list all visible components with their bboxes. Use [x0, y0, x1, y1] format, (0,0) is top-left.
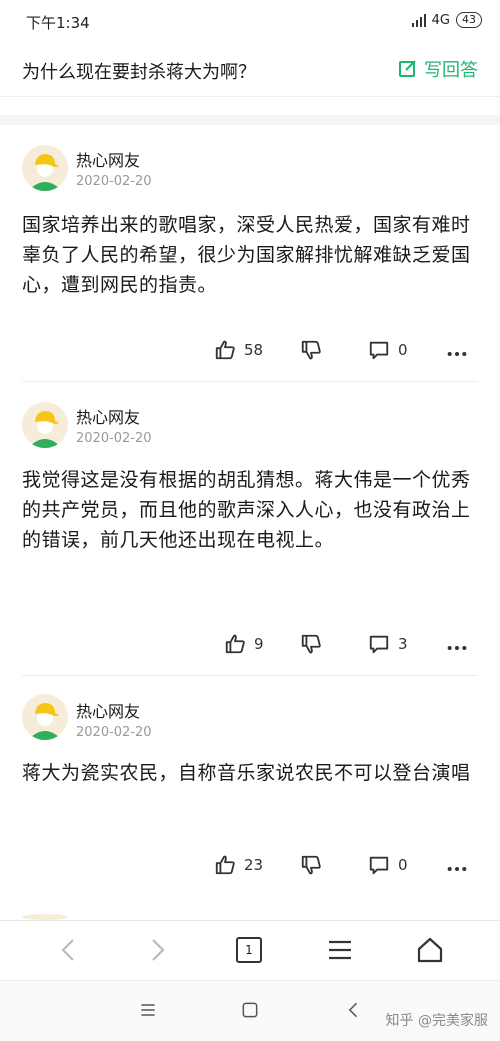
battery-icon: 43 — [456, 12, 482, 28]
write-answer-button[interactable]: 写回答 — [398, 56, 478, 82]
answer-actions: 58 0 — [0, 339, 500, 369]
thumbs-up-icon — [225, 634, 245, 654]
like-count: 23 — [244, 856, 264, 874]
more-button[interactable] — [446, 637, 468, 659]
like-count: 9 — [254, 635, 264, 653]
more-icon — [447, 866, 467, 872]
comment-count: 0 — [398, 856, 408, 874]
comment-icon — [369, 341, 389, 360]
thumbs-down-icon — [301, 855, 321, 875]
like-button[interactable]: 9 — [224, 633, 264, 655]
avatar[interactable] — [22, 402, 68, 448]
answer-card: 热心网友 2020-02-20 国家培养出来的歌唱家，深受人民热爱，国家有难时辜… — [0, 125, 500, 382]
chevron-left-icon — [61, 939, 74, 961]
menu-button[interactable] — [323, 933, 357, 967]
like-button[interactable]: 58 — [214, 339, 263, 361]
user-avatar-icon — [28, 703, 62, 740]
answer-actions: 23 0 — [0, 854, 500, 884]
section-gap — [0, 115, 500, 125]
thumbs-down-icon — [301, 634, 321, 654]
system-home-button[interactable] — [238, 998, 262, 1022]
comment-button[interactable]: 3 — [368, 633, 408, 655]
answer-content: 国家培养出来的歌唱家，深受人民热爱，国家有难时辜负了人民的希望，很少为国家解排忧… — [22, 214, 471, 296]
answer-date: 2020-02-20 — [76, 431, 152, 446]
thumbs-up-icon — [215, 340, 235, 360]
home-button[interactable] — [413, 933, 447, 967]
recents-icon — [141, 1004, 155, 1016]
dislike-button[interactable] — [300, 339, 322, 361]
thumbs-up-icon — [215, 855, 235, 875]
square-icon — [242, 1002, 258, 1018]
back-arrow-icon — [348, 1002, 358, 1018]
dislike-button[interactable] — [300, 633, 322, 655]
recent-apps-button[interactable] — [136, 998, 160, 1022]
like-button[interactable]: 23 — [214, 854, 263, 876]
user-avatar-icon — [28, 154, 62, 191]
more-button[interactable] — [446, 858, 468, 880]
system-back-button[interactable] — [342, 998, 366, 1022]
answer-content: 我觉得这是没有根据的胡乱猜想。蒋大伟是一个优秀的共产党员，而且他的歌声深入人心，… — [22, 469, 471, 551]
signal-icon — [411, 13, 426, 27]
author-name[interactable]: 热心网友 — [76, 404, 140, 428]
comment-button[interactable]: 0 — [368, 339, 408, 361]
tabs-button[interactable]: 1 — [232, 933, 266, 967]
answer-actions: 9 3 — [0, 633, 500, 663]
tab-count: 1 — [236, 937, 262, 963]
comment-icon — [369, 635, 389, 654]
user-avatar-icon — [28, 411, 62, 448]
menu-icon — [329, 940, 351, 960]
comment-count: 3 — [398, 635, 408, 653]
write-answer-label: 写回答 — [424, 60, 478, 81]
question-title[interactable]: 为什么现在要封杀蒋大为啊？ — [22, 58, 256, 84]
comment-button[interactable]: 0 — [368, 854, 408, 876]
watermark: 知乎 @完美家服 — [385, 1013, 488, 1029]
comment-count: 0 — [398, 341, 408, 359]
more-button[interactable] — [446, 343, 468, 365]
comment-icon — [369, 856, 389, 875]
forward-button[interactable] — [140, 933, 174, 967]
edit-icon — [399, 60, 416, 77]
network-label: 4G — [431, 12, 450, 28]
avatar[interactable] — [22, 694, 68, 740]
status-indicators: 4G 43 — [411, 12, 482, 28]
status-time: 下午1:34 — [26, 14, 90, 32]
answer-date: 2020-02-20 — [76, 174, 152, 189]
back-button[interactable] — [52, 933, 86, 967]
chevron-right-icon — [152, 939, 165, 961]
answer-content: 蒋大为瓷实农民，自称音乐家说农民不可以登台演唱 — [22, 762, 471, 784]
author-name[interactable]: 热心网友 — [76, 147, 140, 171]
answer-card: 热心网友 2020-02-20 我觉得这是没有根据的胡乱猜想。蒋大伟是一个优秀的… — [0, 382, 500, 676]
answer-date: 2020-02-20 — [76, 725, 152, 740]
home-icon — [417, 937, 443, 963]
more-icon — [447, 351, 467, 357]
more-icon — [447, 645, 467, 651]
thumbs-down-icon — [301, 340, 321, 360]
answer-card: 热心网友 2020-02-20 蒋大为瓷实农民，自称音乐家说农民不可以登台演唱 … — [0, 676, 500, 920]
avatar[interactable] — [22, 145, 68, 191]
like-count: 58 — [244, 341, 264, 359]
dislike-button[interactable] — [300, 854, 322, 876]
author-name[interactable]: 热心网友 — [76, 698, 140, 722]
